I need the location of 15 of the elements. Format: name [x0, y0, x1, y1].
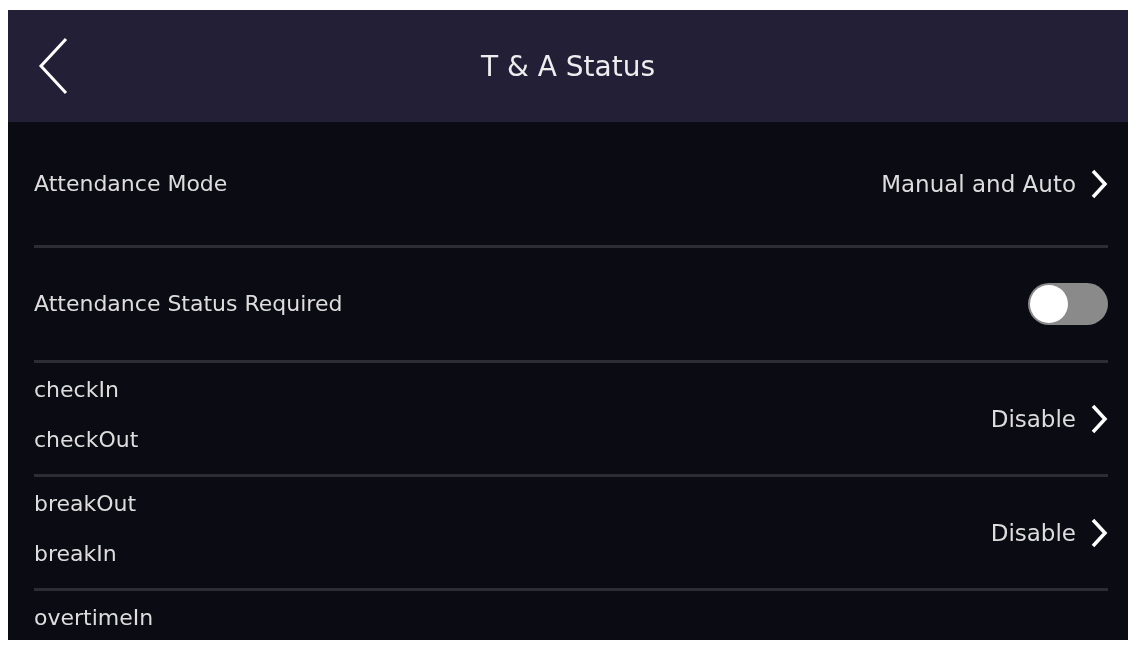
setting-value-link[interactable]: Disable: [990, 402, 1108, 435]
chevron-right-icon: [1090, 516, 1108, 549]
setting-value-link[interactable]: Disable: [990, 516, 1108, 549]
status-label: checkIn: [34, 376, 120, 404]
status-label: breakOut: [34, 490, 137, 518]
chevron-right-icon: [1090, 167, 1108, 200]
status-label: checkOut: [34, 426, 139, 454]
toggle-switch[interactable]: [1028, 283, 1108, 325]
page-title: T & A Status: [481, 49, 655, 83]
status-label: breakIn: [34, 540, 118, 568]
chevron-right-icon: [1090, 402, 1108, 435]
status-label: overtimeIn: [34, 604, 154, 632]
setting-label: Attendance Status Required: [34, 290, 343, 318]
setting-value-link[interactable]: Manual and Auto: [881, 167, 1108, 200]
setting-label: Attendance Mode: [34, 169, 228, 198]
